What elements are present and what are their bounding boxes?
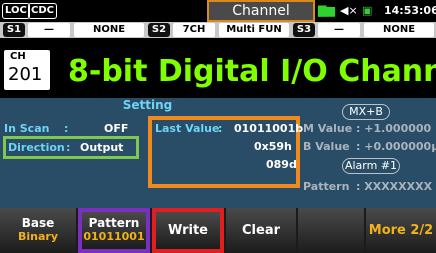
channel-badge-label: CH (10, 51, 26, 62)
mute-icon: ◀× (340, 4, 358, 17)
last-value-binary: 01011001b (234, 122, 304, 135)
in-scan-value: OFF (104, 122, 129, 135)
base-softkey[interactable]: Base Binary (0, 208, 76, 253)
slot-3-card: — (318, 23, 360, 37)
slot-3-function: NONE (364, 23, 434, 37)
pattern-softkey[interactable]: Pattern 01011001 (78, 208, 150, 253)
slot-3-label: S3 (293, 23, 315, 37)
channel-title: 8-bit Digital I/O Channel (68, 54, 436, 89)
cdc-indicator: CDC (28, 3, 57, 19)
base-softkey-value: Binary (17, 230, 58, 243)
pattern-value: : XXXXXXXX (356, 180, 433, 193)
slot-2-label: S2 (148, 23, 170, 37)
last-value-hex: 0x59h (254, 140, 292, 153)
slot-2-card: 7CH (173, 23, 215, 37)
write-softkey[interactable]: Write (152, 208, 224, 253)
slot-1-label: S1 (3, 23, 25, 37)
status-bar: LOC CDC Channel ▇▆ ◀× ▣ 14:53:06 (0, 0, 436, 22)
direction-label: Direction (8, 141, 65, 154)
last-value-colon: : (218, 122, 223, 135)
clock: 14:53:06 (384, 4, 436, 17)
channel-number: 201 (8, 64, 43, 85)
setting-heading: Setting (122, 98, 173, 112)
write-softkey-label: Write (167, 223, 208, 238)
clear-softkey-label: Clear (242, 223, 280, 238)
loc-indicator: LOC (2, 3, 30, 19)
mxb-button[interactable]: MX+B (342, 104, 390, 120)
softkey-bar: Base Binary Pattern 01011001 Write Clear… (0, 208, 436, 253)
pattern-softkey-label: Pattern (88, 216, 140, 230)
b-value: : +0.000000μ (356, 140, 436, 153)
slot-bar: S1 — NONE S2 7CH Multi FUN S3 — NONE (0, 22, 436, 38)
m-value: : +1.000000 (356, 122, 432, 135)
instrument-screen: LOC CDC Channel ▇▆ ◀× ▣ 14:53:06 S1 — NO… (0, 0, 436, 253)
in-scan-label: In Scan (4, 122, 50, 135)
direction-colon: : (66, 141, 71, 154)
alarm-button[interactable]: Alarm #1 (342, 158, 400, 174)
slot-1-card: — (28, 23, 70, 37)
in-scan-colon: : (64, 122, 69, 135)
empty-softkey[interactable] (298, 208, 364, 253)
monitor-icon: ▇▆ (318, 4, 335, 17)
window-title: Channel (207, 0, 315, 22)
slot-2-function: Multi FUN (219, 23, 289, 37)
channel-header: CH 201 8-bit Digital I/O Channel (0, 40, 436, 98)
more-softkey-label: More 2/2 (368, 223, 434, 238)
m-value-label: M Value (303, 122, 353, 135)
direction-value: Output (80, 141, 124, 154)
last-value-label: Last Value (155, 122, 220, 135)
pattern-label: Pattern (303, 180, 350, 193)
last-value-decimal: 089d (266, 158, 297, 171)
base-softkey-label: Base (21, 216, 55, 230)
channel-badge: CH 201 (4, 50, 50, 90)
b-value-label: B Value (303, 140, 350, 153)
slot-1-function: NONE (74, 23, 144, 37)
network-icon: ▣ (362, 4, 373, 17)
more-softkey[interactable]: More 2/2 (366, 208, 436, 253)
settings-panel: Setting In Scan : OFF Direction : Output… (0, 98, 436, 208)
clear-softkey[interactable]: Clear (226, 208, 296, 253)
pattern-softkey-value: 01011001 (83, 230, 145, 243)
